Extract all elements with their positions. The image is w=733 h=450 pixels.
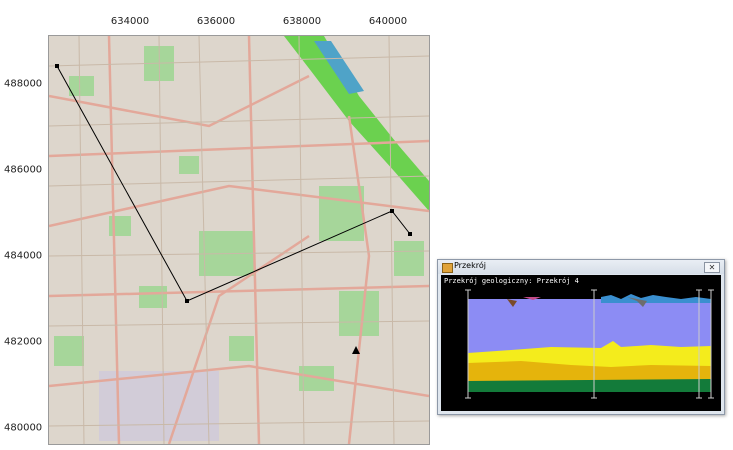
cross-section-label: Przekrój geologiczny: Przekrój 4: [444, 277, 579, 285]
close-button[interactable]: ✕: [704, 262, 720, 273]
window-titlebar[interactable]: Przekrój ✕: [438, 260, 724, 274]
x-tick-label: 638000: [282, 16, 322, 27]
cross-section-plot: [441, 275, 721, 411]
app-window-icon: [442, 263, 453, 273]
park-area: [229, 336, 254, 361]
park-area: [179, 156, 199, 174]
cross-section-window[interactable]: Przekrój ✕ Przekrój geologiczny: Przekró…: [437, 259, 725, 415]
park-area: [339, 291, 379, 336]
section-vertex: [408, 232, 412, 236]
x-tick-label: 634000: [110, 16, 150, 27]
window-title: Przekrój: [454, 261, 486, 270]
layer-green: [468, 379, 711, 392]
section-vertex: [185, 299, 189, 303]
park-area: [394, 241, 424, 276]
y-tick-label: 484000: [4, 250, 43, 262]
y-tick-label: 486000: [4, 164, 43, 176]
cross-section-view[interactable]: Przekrój geologiczny: Przekrój 4: [441, 275, 721, 411]
y-tick-label: 488000: [4, 78, 43, 90]
y-tick-label: 482000: [4, 336, 43, 348]
section-vertex: [55, 64, 59, 68]
park-area: [54, 336, 84, 366]
y-tick-label: 480000: [4, 422, 43, 434]
x-tick-label: 640000: [368, 16, 408, 27]
park-area: [69, 76, 94, 96]
map-image[interactable]: [49, 36, 429, 444]
layer-upper: [468, 299, 711, 353]
map-canvas[interactable]: [48, 35, 430, 445]
x-tick-label: 636000: [196, 16, 236, 27]
section-vertex: [390, 209, 394, 213]
park-area: [139, 286, 167, 308]
